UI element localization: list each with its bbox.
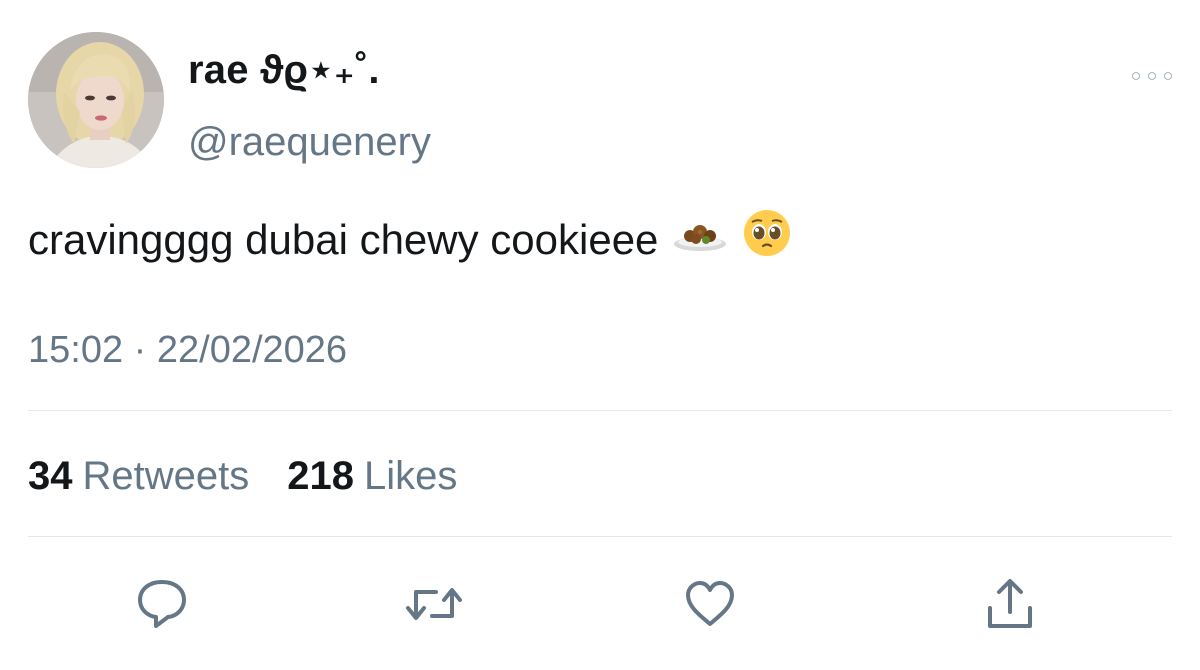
engagement-stats: 34 Retweets 218 Likes [28,452,457,500]
retweet-icon [406,588,462,620]
tweet-text: cravingggg dubai chewy cookieee [28,215,659,263]
user-handle[interactable]: @raequenery [188,118,431,166]
display-name[interactable]: rae ϑϱ⋆₊˚. [188,46,380,94]
retweets-stat[interactable]: 34 Retweets [28,452,249,500]
timestamp-separator: · [133,329,147,371]
likes-label: Likes [364,454,458,498]
likes-count: 218 [287,454,354,498]
share-button[interactable] [980,574,1040,634]
likes-stat[interactable]: 218 Likes [287,452,457,500]
pleading-face-emoji [742,208,792,271]
share-icon [988,579,1032,628]
tweet-time: 15:02 [28,329,124,371]
more-dot [1132,72,1140,80]
tweet-timestamp[interactable]: 15:02 · 22/02/2026 [28,326,347,374]
avatar[interactable] [28,32,164,168]
tweet-date: 22/02/2026 [156,329,348,371]
falafel-plate-emoji [672,213,728,267]
reply-icon [138,580,186,628]
more-options-icon[interactable] [1132,68,1172,84]
more-dot [1148,72,1156,80]
divider [28,410,1172,411]
retweet-button[interactable] [404,574,464,634]
avatar-image [28,32,164,168]
retweets-count: 34 [28,454,73,498]
retweets-label: Retweets [82,454,250,498]
tweet-body: cravingggg dubai chewy cookieee [28,208,792,271]
divider [28,536,1172,537]
like-heart-icon [686,581,734,626]
action-bar [0,574,1200,638]
reply-button[interactable] [132,574,192,634]
tweet-detail: rae ϑϱ⋆₊˚. @raequenery cravingggg dubai … [0,0,1200,670]
like-button[interactable] [680,574,740,634]
more-dot [1164,72,1172,80]
